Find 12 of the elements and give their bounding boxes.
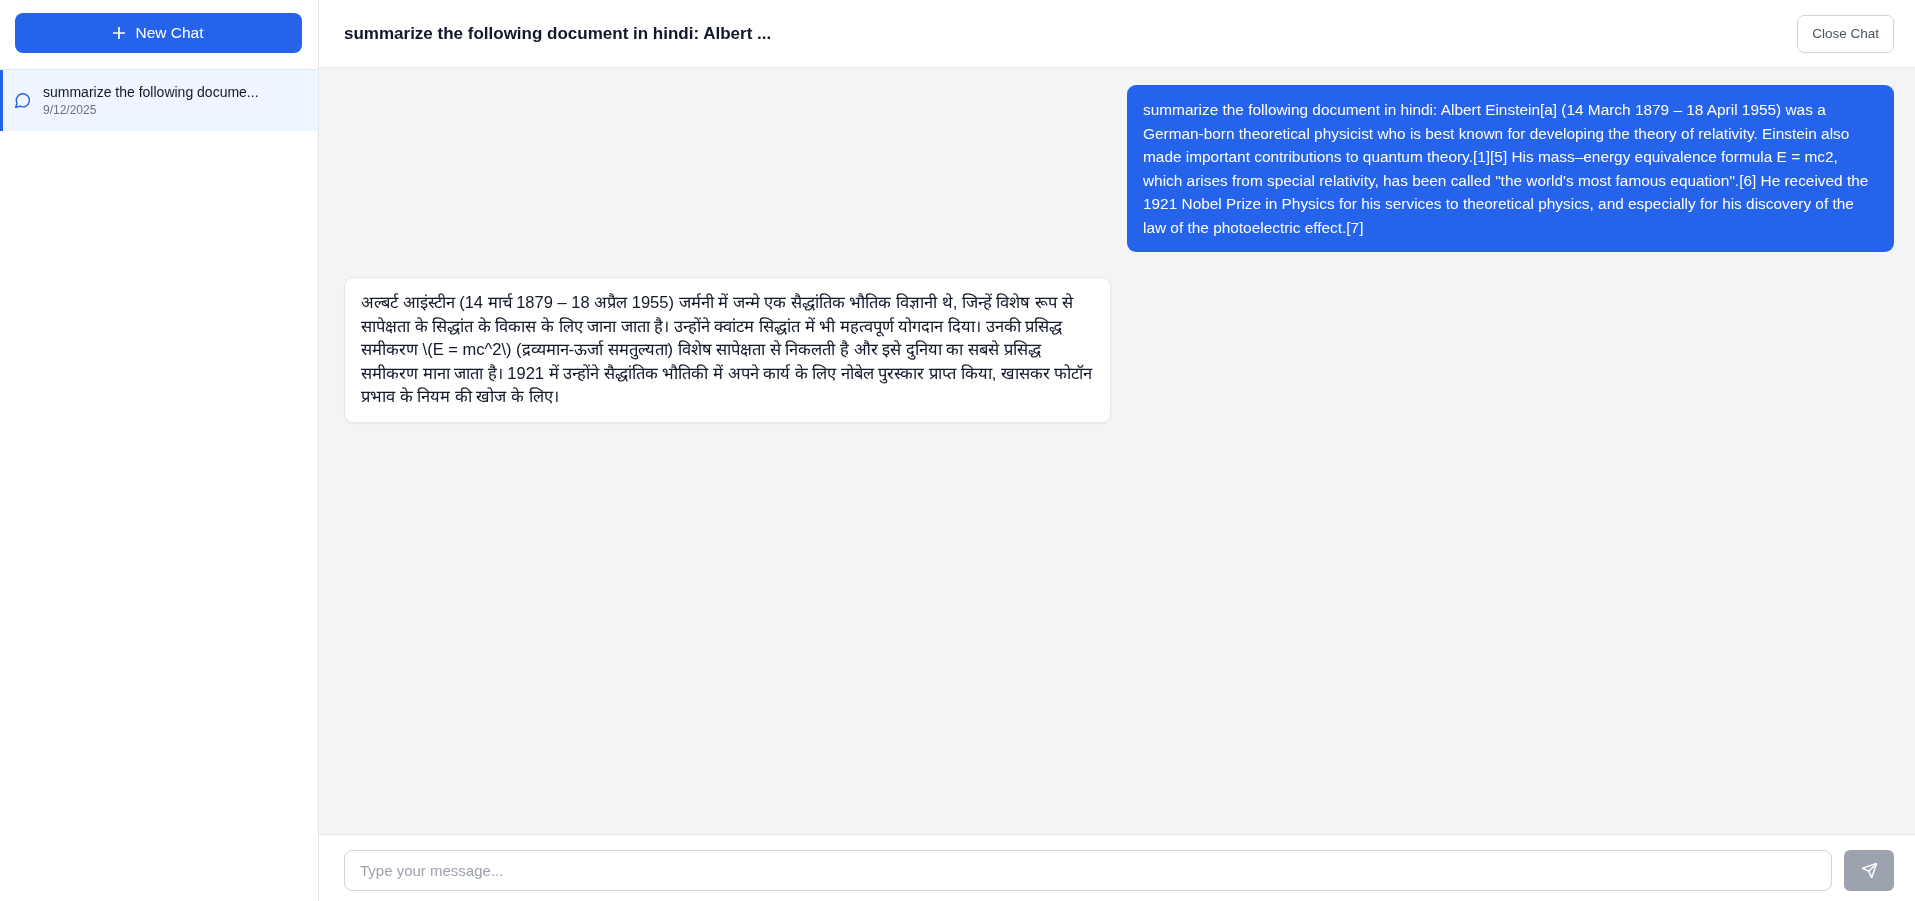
message-input[interactable]: Type your message... xyxy=(344,850,1832,891)
send-icon xyxy=(1861,863,1877,878)
chat-bubble-icon xyxy=(15,93,30,108)
chat-list-item[interactable]: summarize the following docume... 9/12/2025 xyxy=(0,70,318,131)
assistant-message: अल्बर्ट आइंस्टीन (14 मार्च 1879 – 18 अप्रैल 1955) जर्मनी में जन्मे एक सैद्धांतिक भौतिक विज्ञानी थे, जिन्हें विशेष रूप से सापेक्षता के सिद्धांत के विकास के लिए जाना जाता है। उन्होंने क्वांटम सिद्धांत में भी महत्वपूर्ण योगदान दिया। उनकी प्रसिद्ध समीकरण \(E = mc^2\) (द्रव्यमान-ऊर्जा समतुल्यता) विशेष सापेक्षता से निकलती है और इसे दुनिया का सबसे प्रसिद्ध समीकरण माना जाता है। 1921 में उन्होंने सैद्धांतिक भौतिकी में अपने कार्य के लिए नोबेल पुरस्कार प्राप्त किया, खासकर फोटॉन प्रभाव के नियम की खोज के लिए। xyxy=(344,277,1111,423)
user-message: summarize the following document in hindi: Albert Einstein[a] (14 March 1879 – 18 April 1955) was a German-born theoretical physicist who is best known for developing the theory of relativity. Einstein also made important contributions to quantum theory.[1][5] His mass–energy equivalence formula E = mc2, which arises from special relativity, has been called "the world's most famous equation".[6] He received the 1921 Nobel Prize in Physics for his services to theoretical physics, and especially for his discovery of the law of the photoelectric effect.[7] xyxy=(1127,85,1894,252)
chat-date: 9/12/2025 xyxy=(43,102,98,118)
new-chat-button[interactable]: New Chat xyxy=(15,13,302,53)
chat-header-title: summarize the following document in hindi: Albert ... xyxy=(344,23,772,44)
close-chat-button[interactable]: Close Chat xyxy=(1797,14,1894,53)
chat-title: summarize the following docume... xyxy=(43,83,259,101)
plus-icon xyxy=(113,27,126,39)
